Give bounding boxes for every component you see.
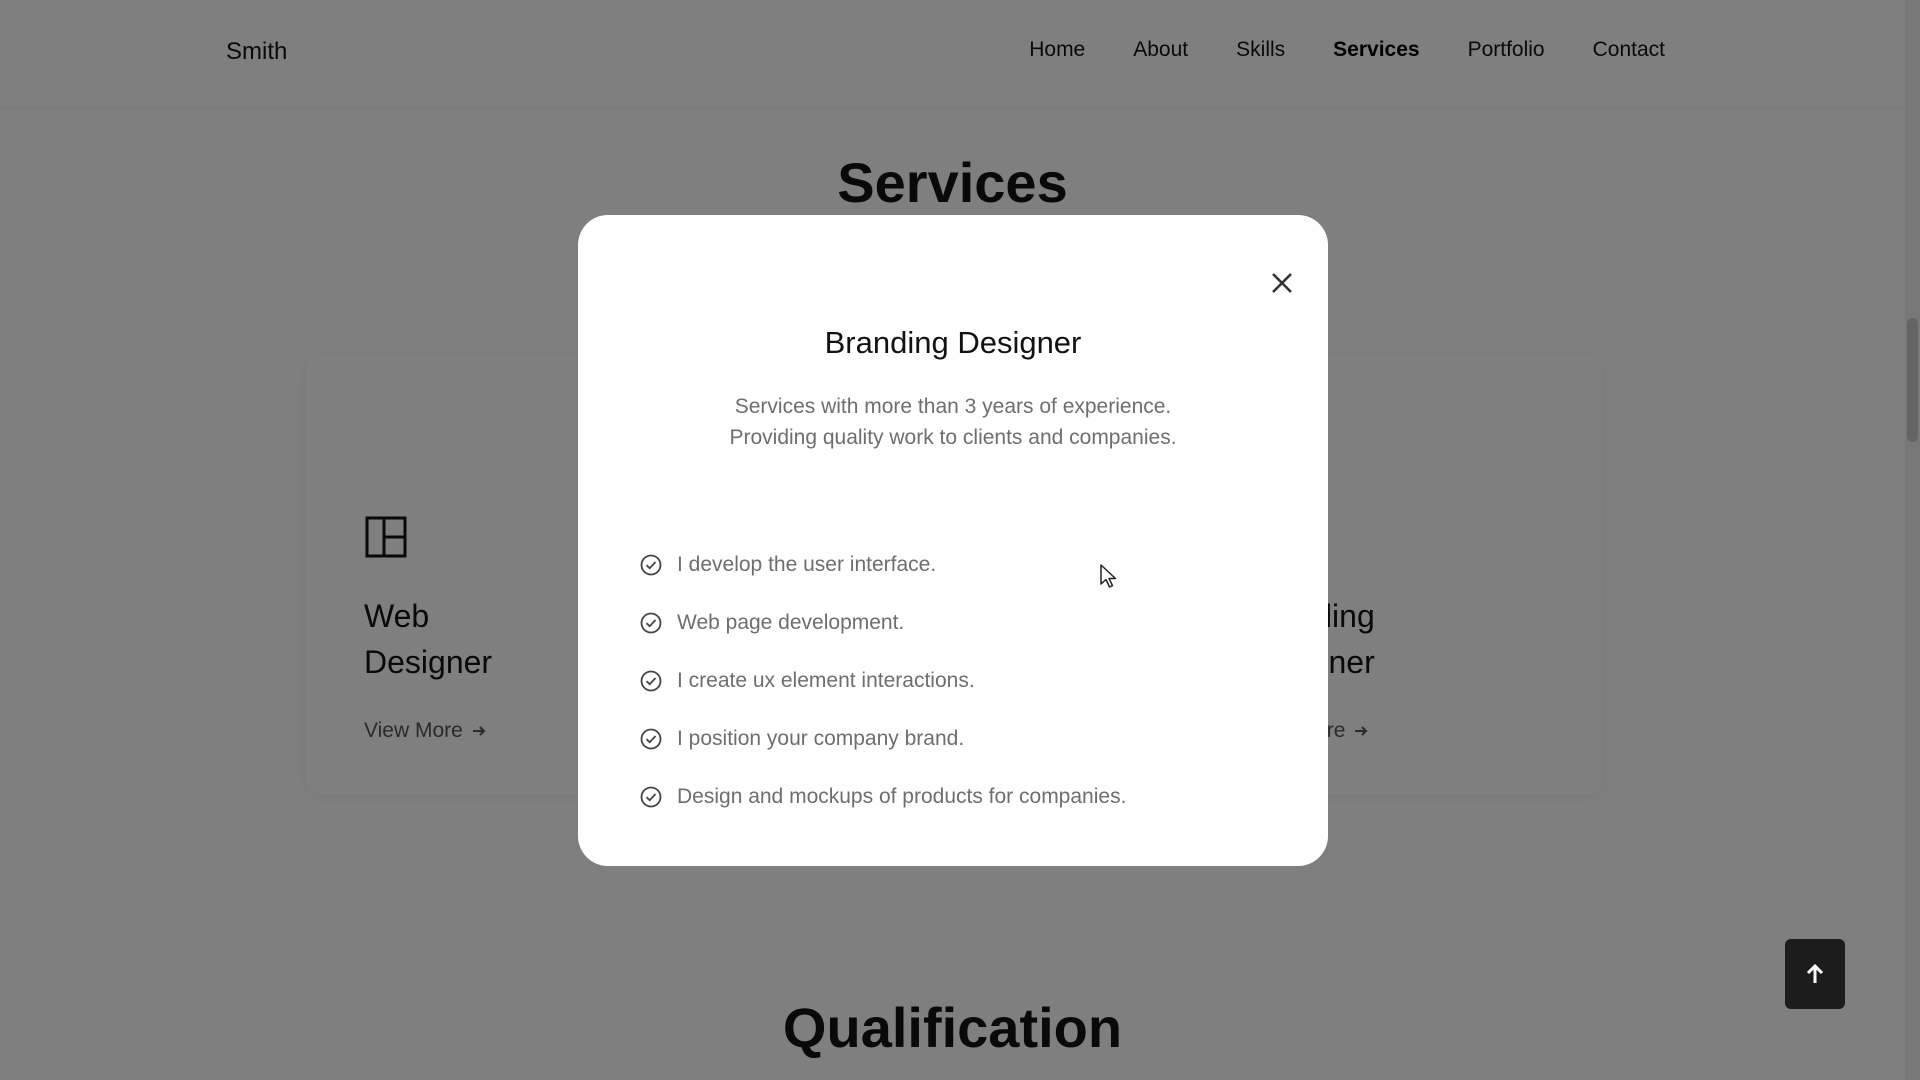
list-item-text: I develop the user interface. [677,553,937,576]
check-circle-icon [640,612,662,634]
check-circle-icon [640,554,662,576]
list-item: Design and mockups of products for compa… [639,768,1126,826]
check-circle-icon [640,670,662,692]
list-item-text: I create ux element interactions. [677,669,975,692]
list-item-text: Design and mockups of products for compa… [677,785,1127,808]
list-item-text: I position your company brand. [677,727,965,750]
modal-title: Branding Designer [824,325,1082,360]
arrow-up-icon [1806,963,1824,983]
page: Smith Home About Skills Services Portfol… [0,0,1920,1080]
mouse-cursor-icon [1100,564,1117,588]
close-button[interactable] [1262,263,1302,303]
modal-description: Services with more than 3 years of exper… [729,395,1177,449]
modal-feature-list: I develop the user interface. Web page d… [639,536,1126,826]
check-circle-icon [640,786,662,808]
list-item-text: Web page development. [677,611,905,634]
scroll-top-button[interactable] [1785,939,1845,1009]
list-item: Web page development. [639,594,1126,652]
close-icon [1272,273,1292,293]
service-modal: Branding Designer Services with more tha… [578,215,1328,866]
list-item: I create ux element interactions. [639,652,1126,710]
list-item: I position your company brand. [639,710,1126,768]
check-circle-icon [640,728,662,750]
list-item: I develop the user interface. [639,536,1126,594]
